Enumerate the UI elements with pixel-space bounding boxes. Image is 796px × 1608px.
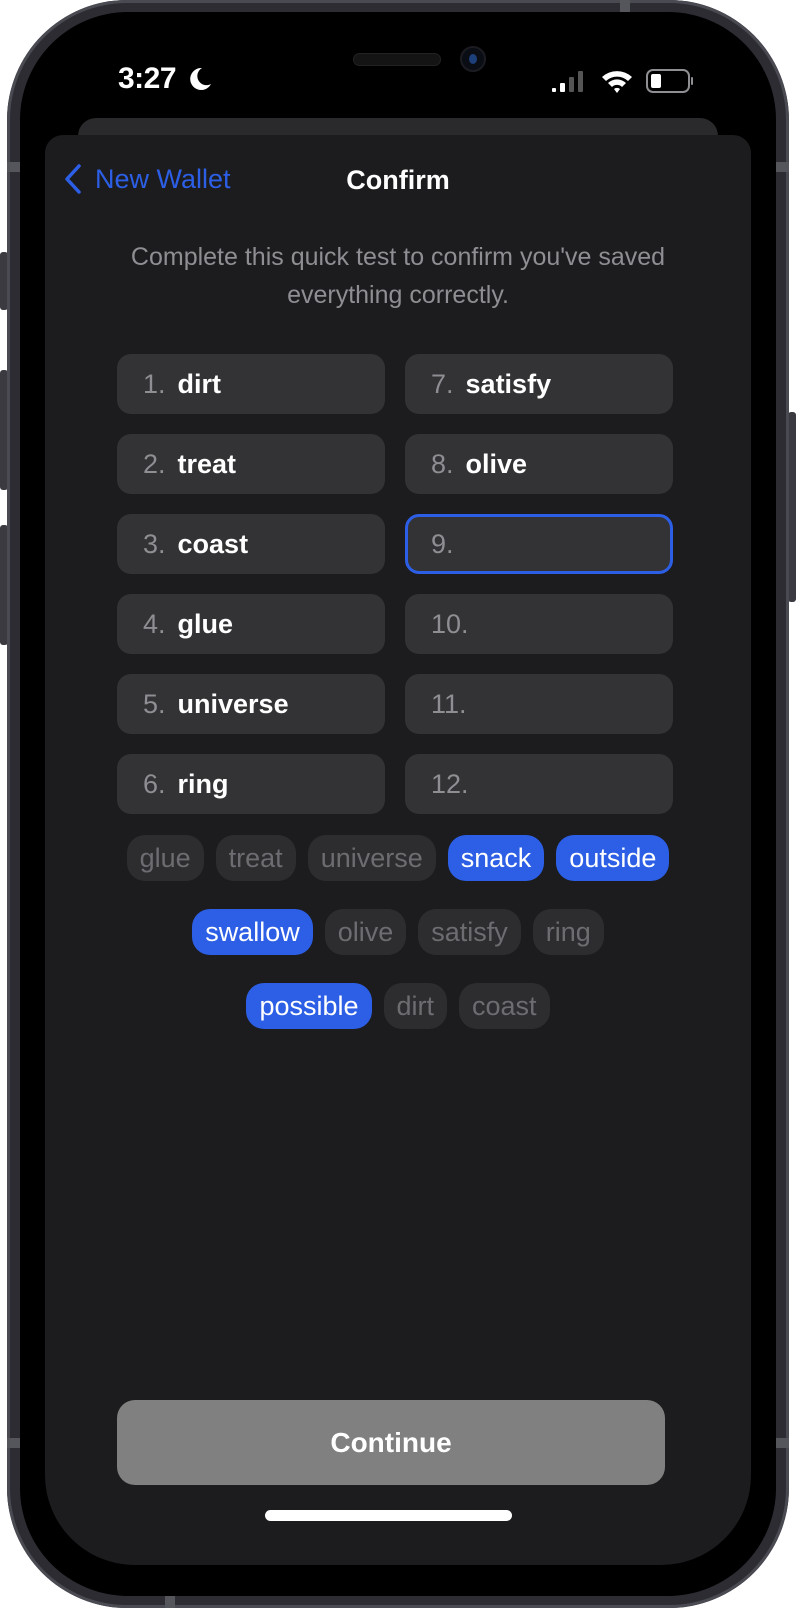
seed-phrase-grid: 1. dirt 2. treat 3. coast 4. glue 5. universe…	[117, 354, 673, 814]
slot-number: 5.	[143, 688, 166, 719]
slot-number: 3.	[143, 528, 166, 559]
slot-number: 7.	[431, 368, 454, 399]
slot-number: 11.	[431, 688, 467, 719]
word-chip-selected[interactable]: snack	[447, 835, 545, 881]
slot-number: 8.	[431, 448, 454, 479]
slot-number: 10.	[431, 608, 469, 639]
confirm-sheet: New Wallet Confirm Complete this quick t…	[45, 135, 751, 1565]
word-chip[interactable]: coast	[459, 983, 550, 1029]
word-slot-11[interactable]: 11.	[405, 674, 673, 734]
word-chip[interactable]: treat	[215, 835, 296, 881]
continue-button[interactable]: Continue	[117, 1400, 665, 1485]
slot-word: satisfy	[465, 368, 552, 399]
frame-antenna-line	[776, 162, 789, 172]
word-chip[interactable]: universe	[307, 835, 436, 881]
slot-number: 2.	[143, 448, 166, 479]
word-slot-1[interactable]: 1. dirt	[117, 354, 385, 414]
word-slot-10[interactable]: 10.	[405, 594, 673, 654]
wifi-icon	[602, 71, 632, 93]
word-slot-3[interactable]: 3. coast	[117, 514, 385, 574]
word-chip[interactable]: satisfy	[418, 909, 521, 955]
word-slot-12[interactable]: 12.	[405, 754, 673, 814]
power-button	[788, 412, 796, 602]
word-chip-selected[interactable]: outside	[556, 835, 670, 881]
instructions-text: Complete this quick test to confirm you'…	[130, 243, 666, 309]
slot-word: dirt	[177, 368, 222, 399]
frame-antenna-line	[776, 1438, 789, 1448]
cellular-signal-icon	[552, 71, 583, 92]
frame-antenna-line	[620, 0, 630, 12]
word-slot-9[interactable]: 9.	[405, 514, 673, 574]
earpiece-speaker	[353, 53, 441, 66]
moon-icon	[190, 67, 211, 90]
word-bank: glue treat universe snack outside swallo…	[85, 835, 711, 1029]
word-slot-8[interactable]: 8. olive	[405, 434, 673, 494]
slot-word: universe	[177, 688, 289, 719]
word-chip[interactable]: olive	[324, 909, 407, 955]
front-camera	[460, 46, 486, 72]
slot-word: treat	[177, 448, 237, 479]
slot-number: 4.	[143, 608, 166, 639]
word-chip[interactable]: glue	[126, 835, 204, 881]
word-chip[interactable]: dirt	[383, 983, 448, 1029]
word-slot-5[interactable]: 5. universe	[117, 674, 385, 734]
home-indicator[interactable]	[265, 1510, 512, 1521]
frame-antenna-line	[7, 1438, 20, 1448]
status-time: 3:27	[118, 62, 177, 95]
slot-number: 9.	[431, 528, 454, 559]
page-title: Confirm	[346, 165, 450, 195]
word-slot-2[interactable]: 2. treat	[117, 434, 385, 494]
slot-word: coast	[177, 528, 249, 559]
frame-antenna-line	[7, 162, 20, 172]
word-slot-4[interactable]: 4. glue	[117, 594, 385, 654]
slot-word: ring	[177, 768, 229, 799]
slot-word: glue	[177, 608, 234, 639]
slot-number: 1.	[143, 368, 166, 399]
battery-icon	[646, 69, 693, 93]
frame-antenna-line	[165, 1596, 175, 1608]
word-chip[interactable]: ring	[532, 909, 604, 955]
slot-number: 6.	[143, 768, 166, 799]
slot-word: olive	[465, 448, 528, 479]
word-slot-6[interactable]: 6. ring	[117, 754, 385, 814]
slot-number: 12.	[431, 768, 469, 799]
word-chip-selected[interactable]: possible	[246, 983, 372, 1029]
word-chip-selected[interactable]: swallow	[192, 909, 313, 955]
word-slot-7[interactable]: 7. satisfy	[405, 354, 673, 414]
